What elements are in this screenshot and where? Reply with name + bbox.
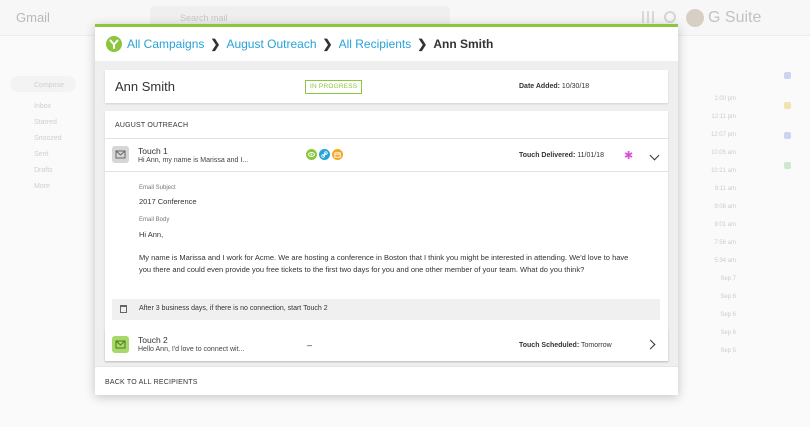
tasks-app-icon bbox=[784, 132, 791, 139]
gear-icon bbox=[664, 11, 676, 23]
touch-2-status-value: Tomorrow bbox=[580, 342, 612, 349]
calendar-app-icon bbox=[784, 72, 791, 79]
breadcrumb: All Campaigns ❯ August Outreach ❯ All Recipi… bbox=[127, 37, 493, 51]
apps-icon bbox=[642, 11, 654, 23]
background-sidebar-item: Inbox bbox=[34, 103, 52, 110]
background-sidebar-item: More bbox=[34, 183, 50, 190]
background-time: Sep 7 bbox=[720, 276, 736, 282]
background-time: Sep 5 bbox=[720, 348, 736, 354]
divider bbox=[105, 138, 668, 139]
background-time: Sep 6 bbox=[720, 330, 736, 336]
breadcrumb-all-campaigns[interactable]: All Campaigns bbox=[127, 37, 204, 51]
background-time: 1:00 pm bbox=[714, 96, 736, 102]
addon-app-icon bbox=[784, 162, 791, 169]
chevron-down-icon[interactable] bbox=[649, 150, 660, 161]
touch-2-row[interactable]: Touch 2 Hello Ann, I'd love to connect w… bbox=[105, 329, 668, 361]
touch-2-dash: – bbox=[307, 340, 313, 350]
background-sidebar-item: Starred bbox=[34, 119, 57, 126]
recipient-summary-card: Ann Smith IN PROGRESS Date Added: 10/30/… bbox=[105, 70, 668, 103]
divider bbox=[105, 171, 668, 172]
avatar bbox=[686, 9, 704, 27]
date-added: Date Added: 10/30/18 bbox=[519, 83, 589, 90]
background-time: Sep 6 bbox=[720, 294, 736, 300]
background-time: 9:08 am bbox=[714, 204, 736, 210]
background-sidebar-item: Compose bbox=[34, 82, 64, 89]
reply-icon bbox=[332, 149, 343, 160]
email-subject-label: Email Subject bbox=[139, 185, 176, 191]
email-body-text: My name is Marissa and I work for Acme. … bbox=[139, 253, 629, 274]
email-body-label: Email Body bbox=[139, 217, 170, 223]
suite-label: G Suite bbox=[708, 9, 762, 26]
background-sidebar-item: Snoozed bbox=[34, 135, 62, 142]
breadcrumb-separator: ❯ bbox=[210, 37, 221, 51]
breadcrumb-all-recipients[interactable]: All Recipients bbox=[339, 37, 412, 51]
date-added-value: 10/30/18 bbox=[561, 83, 590, 90]
background-time: 9:01 am bbox=[714, 222, 736, 228]
touch-1-channel-icons bbox=[306, 149, 343, 160]
touch-1-snippet: Hi Ann, my name is Marissa and I... bbox=[138, 157, 249, 164]
background-logo: Gmail bbox=[16, 10, 50, 25]
touch-1-status-label: Touch Delivered: bbox=[519, 152, 576, 159]
keep-app-icon bbox=[784, 102, 791, 109]
modal-footer: BACK TO ALL RECIPIENTS bbox=[95, 366, 678, 395]
touch-2-title: Touch 2 bbox=[138, 335, 168, 345]
asterisk-icon: ✱ bbox=[624, 150, 634, 162]
campaign-title: AUGUST OUTREACH bbox=[115, 122, 189, 129]
email-greeting: Hi Ann, bbox=[139, 230, 164, 239]
touch-1-status: Touch Delivered: 11/01/18 bbox=[519, 152, 604, 159]
campaign-card: AUGUST OUTREACH Touch 1 Hi Ann, my name … bbox=[105, 111, 668, 361]
background-time: 10:21 am bbox=[710, 168, 736, 174]
background-sidebar-item: Sent bbox=[34, 151, 49, 158]
touch-2-snippet: Hello Ann, I'd love to connect wit... bbox=[138, 346, 245, 353]
recipient-modal: All Campaigns ❯ August Outreach ❯ All Recipi… bbox=[95, 24, 678, 395]
background-sidebar-item: Drafts bbox=[34, 167, 53, 174]
background-time: 9:11 am bbox=[714, 186, 736, 192]
background-sidebar: Compose Inbox Starred Snoozed Sent Draft… bbox=[0, 36, 95, 427]
breadcrumb-separator: ❯ bbox=[322, 37, 333, 51]
view-icon bbox=[306, 149, 317, 160]
touch-rule: After 3 business days, if there is no co… bbox=[112, 299, 660, 320]
breadcrumb-campaign[interactable]: August Outreach bbox=[226, 37, 316, 51]
date-added-label: Date Added: bbox=[519, 83, 560, 90]
status-badge: IN PROGRESS bbox=[305, 80, 363, 94]
touch-2-status: Touch Scheduled: Tomorrow bbox=[519, 342, 612, 349]
brand-logo-icon bbox=[106, 36, 122, 52]
background-side-icons bbox=[784, 72, 791, 192]
recipient-name: Ann Smith bbox=[115, 79, 175, 94]
touch-2-status-label: Touch Scheduled: bbox=[519, 342, 580, 349]
envelope-icon bbox=[112, 336, 129, 353]
back-to-recipients-button[interactable]: BACK TO ALL RECIPIENTS bbox=[105, 379, 198, 386]
background-time: 5:34 am bbox=[714, 258, 736, 264]
breadcrumb-current: Ann Smith bbox=[433, 37, 494, 51]
chevron-right-icon[interactable] bbox=[645, 339, 656, 350]
background-time: Sep 6 bbox=[720, 312, 736, 318]
breadcrumb-separator: ❯ bbox=[417, 37, 428, 51]
touch-rule-text: After 3 business days, if there is no co… bbox=[139, 305, 328, 312]
background-time: 10:05 am bbox=[710, 150, 736, 156]
email-subject-value: 2017 Conference bbox=[139, 197, 197, 206]
background-times: 1:00 pm 12:11 pm 12:07 pm 10:05 am 10:21… bbox=[700, 96, 736, 366]
envelope-icon bbox=[112, 146, 129, 163]
link-icon bbox=[319, 149, 330, 160]
calendar-icon bbox=[120, 305, 127, 313]
modal-header: All Campaigns ❯ August Outreach ❯ All Recipi… bbox=[95, 27, 678, 61]
background-time: 12:11 pm bbox=[711, 114, 736, 120]
touch-1-title: Touch 1 bbox=[138, 146, 168, 156]
background-time: 12:07 pm bbox=[710, 132, 736, 138]
background-time: 7:56 am bbox=[714, 240, 736, 246]
touch-1-status-value: 11/01/18 bbox=[577, 152, 604, 159]
